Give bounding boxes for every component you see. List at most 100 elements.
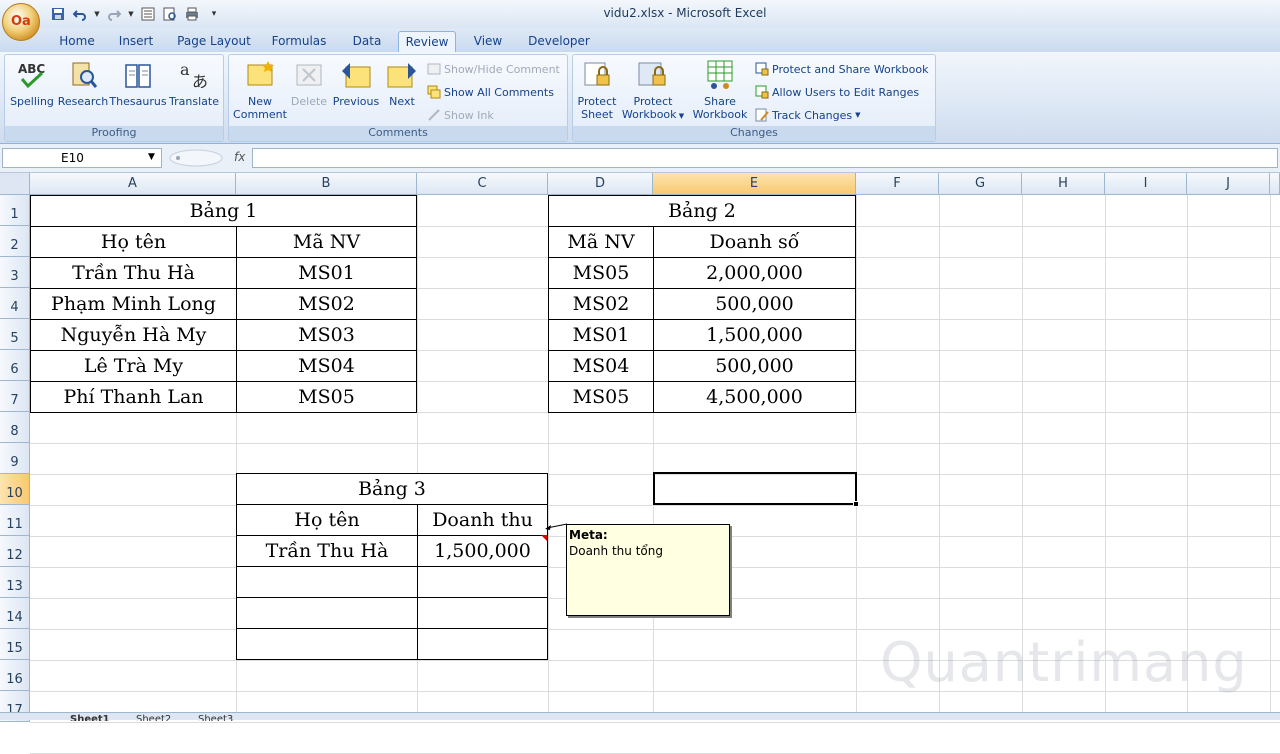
insert-function-icon[interactable]: fx — [234, 150, 245, 164]
table2-cell-code[interactable]: MS04 — [548, 350, 654, 382]
table1-title[interactable]: Bảng 1 — [30, 195, 417, 227]
column-header-b[interactable]: B — [236, 173, 417, 195]
row-header-1[interactable]: 1 — [0, 195, 30, 226]
table1-cell-code[interactable]: MS01 — [236, 257, 417, 289]
share-workbook-button[interactable]: Share Workbook — [687, 59, 753, 121]
show-all-comments-button[interactable]: Show All Comments — [427, 84, 554, 100]
name-box[interactable]: E10 — [2, 148, 162, 168]
active-cell-e10[interactable] — [653, 472, 859, 507]
table1-header-name[interactable]: Họ tên — [30, 226, 237, 258]
row-header-3[interactable]: 3 — [0, 257, 30, 288]
cell-comment[interactable]: Meta: Doanh thu tổng — [566, 524, 730, 616]
row-header-6[interactable]: 6 — [0, 350, 30, 381]
formula-input[interactable] — [252, 148, 1278, 168]
new-comment-button[interactable]: New Comment — [231, 59, 289, 121]
tab-home[interactable]: Home — [54, 31, 100, 52]
table2-title[interactable]: Bảng 2 — [548, 195, 856, 227]
row-header-10[interactable]: 10 — [0, 474, 30, 505]
tab-insert[interactable]: Insert — [112, 31, 160, 52]
column-header-c[interactable]: C — [417, 173, 548, 195]
table2-cell-sales[interactable]: 4,500,000 — [653, 381, 856, 413]
show-all-comments-icon — [427, 85, 441, 99]
translate-icon: aあ — [178, 59, 210, 91]
table2-cell-sales[interactable]: 2,000,000 — [653, 257, 856, 289]
column-header-e[interactable]: E — [653, 173, 856, 195]
row-header-16[interactable]: 16 — [0, 660, 30, 691]
tab-page-layout[interactable]: Page Layout — [174, 31, 254, 52]
row-header-9[interactable]: 9 — [0, 443, 30, 474]
table3-cell-name[interactable] — [236, 597, 418, 629]
table2-cell-code[interactable]: MS05 — [548, 381, 654, 413]
table3-cell-revenue[interactable] — [417, 566, 548, 598]
table1-header-code[interactable]: Mã NV — [236, 226, 417, 258]
row-header-8[interactable]: 8 — [0, 412, 30, 443]
table3-cell-name[interactable]: Trần Thu Hà — [236, 535, 418, 567]
row-header-7[interactable]: 7 — [0, 381, 30, 412]
row-header-4[interactable]: 4 — [0, 288, 30, 319]
column-header-j[interactable]: J — [1187, 173, 1270, 195]
table3-header-revenue[interactable]: Doanh thu — [417, 504, 548, 536]
table3-cell-name[interactable] — [236, 628, 418, 660]
table2-header-sales[interactable]: Doanh số — [653, 226, 856, 258]
protect-sheet-button[interactable]: Protect Sheet — [573, 59, 621, 121]
row-header-15[interactable]: 15 — [0, 629, 30, 660]
column-header-h[interactable]: H — [1022, 173, 1105, 195]
show-ink-button[interactable]: Show Ink — [427, 107, 494, 123]
column-header-i[interactable]: I — [1105, 173, 1187, 195]
table2-cell-code[interactable]: MS02 — [548, 288, 654, 320]
column-header-k[interactable] — [1270, 173, 1280, 195]
fill-handle[interactable] — [853, 501, 859, 507]
table2-cell-code[interactable]: MS05 — [548, 257, 654, 289]
table3-cell-revenue[interactable] — [417, 597, 548, 629]
office-button[interactable]: Oa — [2, 3, 40, 41]
row-header-2[interactable]: 2 — [0, 226, 30, 257]
table3-cell-revenue[interactable] — [417, 628, 548, 660]
table3-cell-revenue[interactable]: 1,500,000 — [417, 535, 548, 567]
table1-cell-name[interactable]: Phạm Minh Long — [30, 288, 237, 320]
row-header-11[interactable]: 11 — [0, 505, 30, 536]
column-header-d[interactable]: D — [548, 173, 653, 195]
table1-cell-name[interactable]: Trần Thu Hà — [30, 257, 237, 289]
show-hide-comment-button[interactable]: Show/Hide Comment — [427, 61, 560, 77]
table3-header-name[interactable]: Họ tên — [236, 504, 418, 536]
table2-header-code[interactable]: Mã NV — [548, 226, 654, 258]
table1-cell-name[interactable]: Nguyễn Hà My — [30, 319, 237, 351]
delete-comment-button[interactable]: Delete — [285, 59, 333, 108]
tab-data[interactable]: Data — [346, 31, 388, 52]
spelling-button[interactable]: ABC Spelling — [7, 59, 57, 108]
tab-review[interactable]: Review — [398, 31, 456, 52]
tab-view[interactable]: View — [466, 31, 510, 52]
row-header-12[interactable]: 12 — [0, 536, 30, 567]
table3-cell-name[interactable] — [236, 566, 418, 598]
row-header-14[interactable]: 14 — [0, 598, 30, 629]
table1-cell-name[interactable]: Lê Trà My — [30, 350, 237, 382]
table2-cell-sales[interactable]: 500,000 — [653, 350, 856, 382]
allow-users-button[interactable]: Allow Users to Edit Ranges — [755, 84, 919, 100]
tab-developer[interactable]: Developer — [524, 31, 594, 52]
row-header-13[interactable]: 13 — [0, 567, 30, 598]
table2-cell-sales[interactable]: 1,500,000 — [653, 319, 856, 351]
table2-cell-sales[interactable]: 500,000 — [653, 288, 856, 320]
thesaurus-button[interactable]: Thesaurus — [109, 59, 167, 108]
next-comment-button[interactable]: Next — [381, 59, 423, 108]
track-changes-button[interactable]: Track Changes ▼ — [755, 107, 861, 123]
protect-and-share-button[interactable]: Protect and Share Workbook — [755, 61, 929, 77]
table2-cell-code[interactable]: MS01 — [548, 319, 654, 351]
tab-formulas[interactable]: Formulas — [268, 31, 330, 52]
select-all-corner[interactable] — [0, 173, 30, 195]
table1-cell-code[interactable]: MS03 — [236, 319, 417, 351]
previous-comment-button[interactable]: Previous — [331, 59, 381, 108]
table1-cell-code[interactable]: MS02 — [236, 288, 417, 320]
column-header-g[interactable]: G — [939, 173, 1022, 195]
table1-cell-code[interactable]: MS04 — [236, 350, 417, 382]
translate-button[interactable]: aあ Translate — [167, 59, 221, 108]
table1-cell-code[interactable]: MS05 — [236, 381, 417, 413]
table3-title[interactable]: Bảng 3 — [236, 473, 548, 505]
research-button[interactable]: Research — [57, 59, 109, 108]
column-header-a[interactable]: A — [30, 173, 236, 195]
chevron-down-icon[interactable]: ▼ — [148, 152, 155, 162]
table1-cell-name[interactable]: Phí Thanh Lan — [30, 381, 237, 413]
row-header-5[interactable]: 5 — [0, 319, 30, 350]
column-header-f[interactable]: F — [856, 173, 939, 195]
protect-workbook-button[interactable]: Protect Workbook ▼ — [619, 59, 687, 123]
